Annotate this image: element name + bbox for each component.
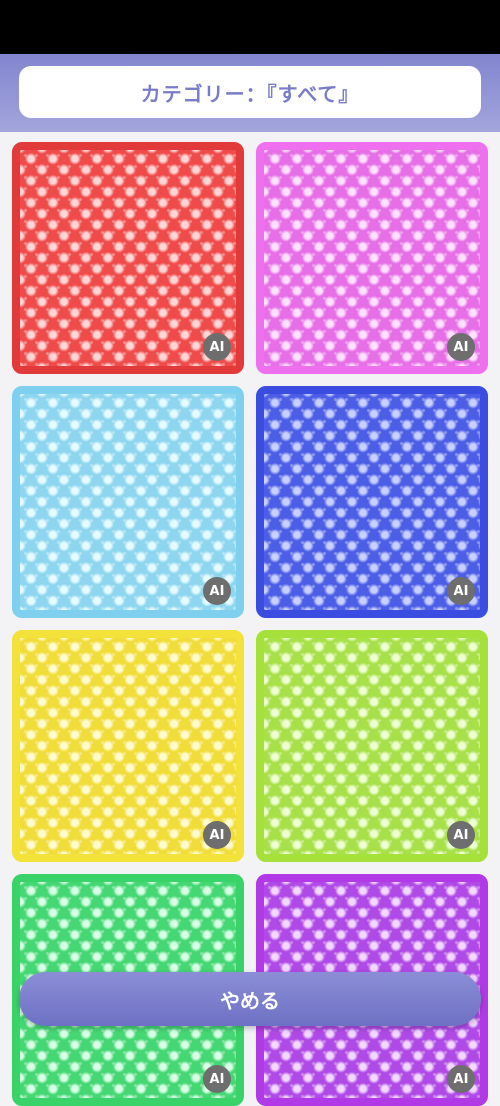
ai-badge: AI [447,1065,475,1093]
ai-badge: AI [203,577,231,605]
ai-badge: AI [203,1065,231,1093]
lime-glitter-tile[interactable]: AI [256,630,488,862]
sticker-grid: AI AI AI AI AI AI AI AI [0,0,500,1106]
ai-badge: AI [447,333,475,361]
ai-badge: AI [447,821,475,849]
pink-glitter-tile[interactable]: AI [256,142,488,374]
yellow-glitter-tile[interactable]: AI [12,630,244,862]
red-glitter-tile[interactable]: AI [12,142,244,374]
blue-glitter-tile[interactable]: AI [256,386,488,618]
ai-badge: AI [447,577,475,605]
quit-button[interactable]: やめる [19,972,481,1026]
lightblue-glitter-tile[interactable]: AI [12,386,244,618]
ai-badge: AI [203,333,231,361]
quit-label: やめる [220,988,280,1013]
ai-badge: AI [203,821,231,849]
